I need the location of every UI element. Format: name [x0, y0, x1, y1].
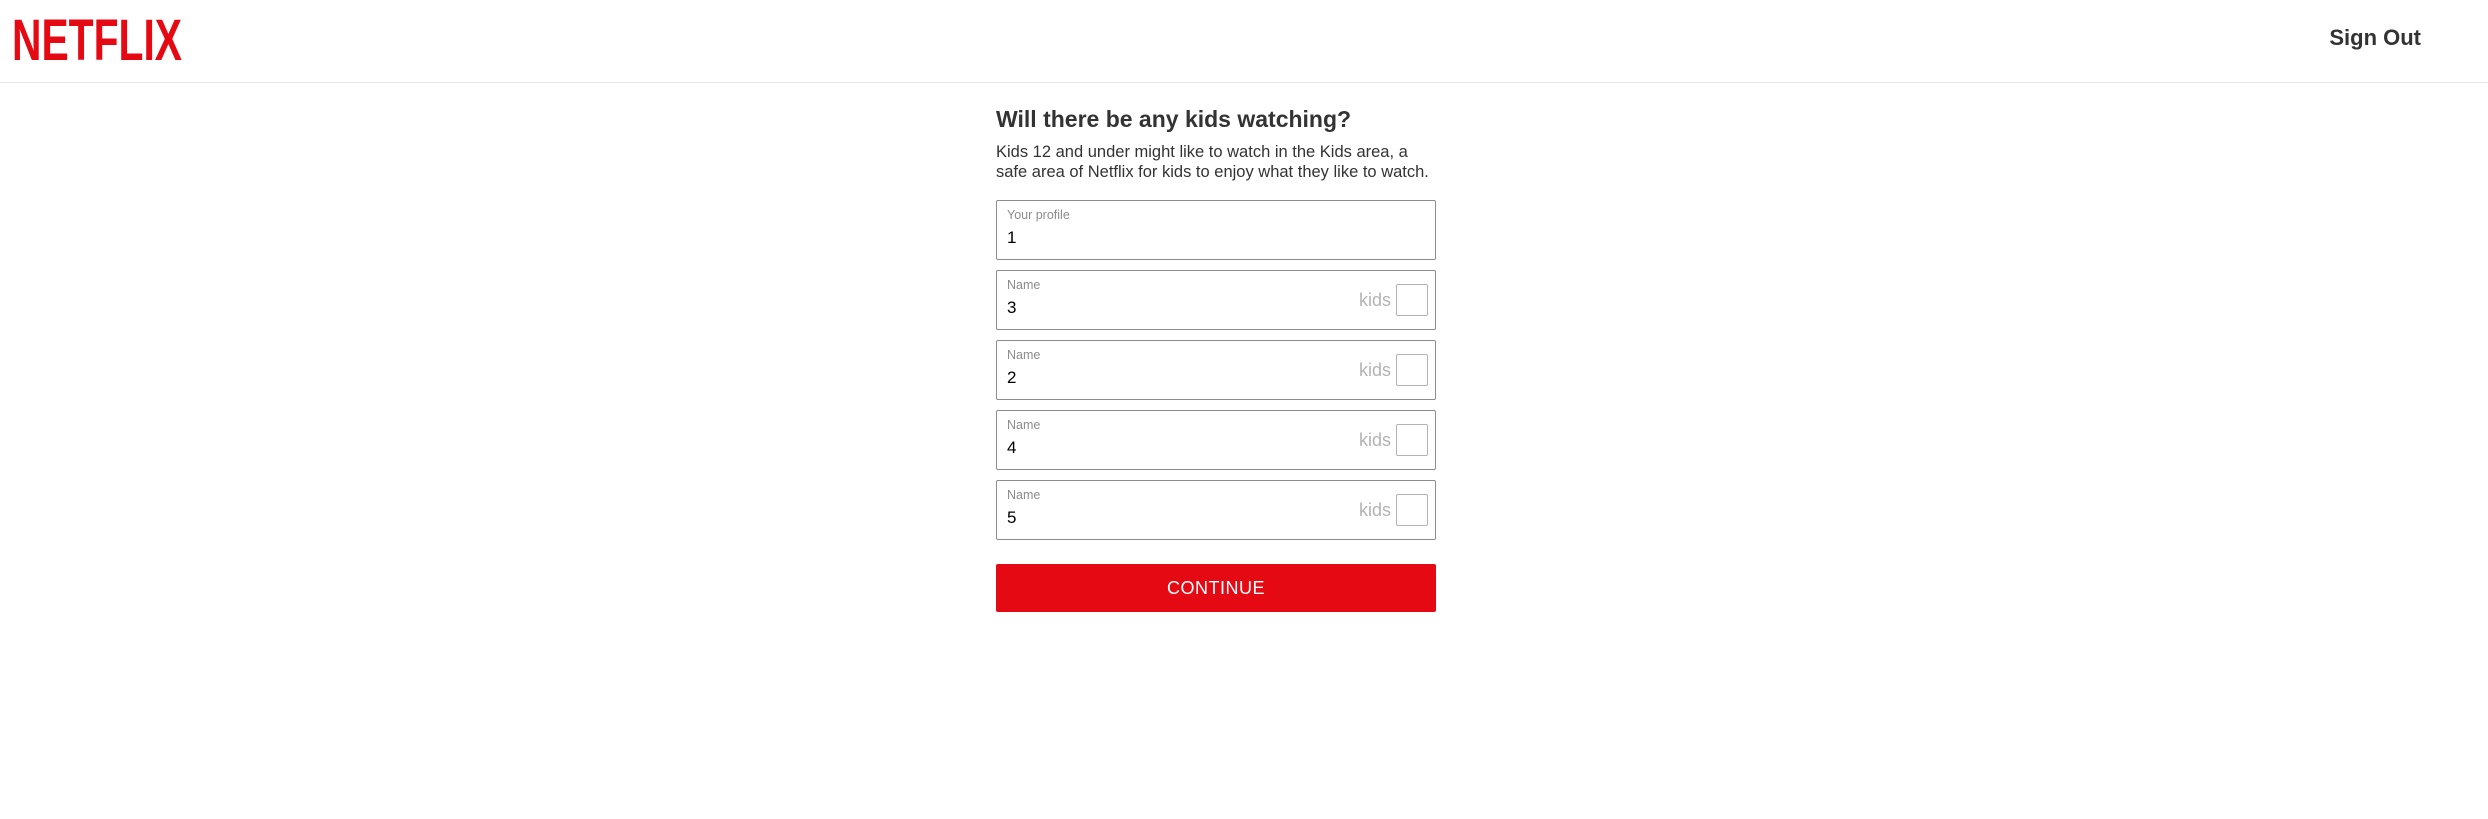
your-profile-label: Your profile [1007, 208, 1070, 222]
profile-name-input[interactable] [1007, 437, 1327, 459]
profile-name-input[interactable] [1007, 367, 1327, 389]
svg-text:NETFLIX: NETFLIX [12, 12, 182, 64]
kids-label: kids [1358, 430, 1391, 450]
netflix-logo[interactable]: NETFLIX [12, 12, 182, 64]
kids-toggle[interactable]: kids [1359, 352, 1428, 388]
profile-name-input[interactable] [1007, 297, 1327, 319]
top-header: NETFLIX Sign Out [0, 0, 2488, 83]
page-title: Will there be any kids watching? [996, 106, 1352, 132]
profile-name-field[interactable]: Name kids [996, 480, 1436, 540]
your-profile-field[interactable]: Your profile [996, 200, 1436, 260]
profile-name-field[interactable]: Name kids [996, 270, 1436, 330]
continue-button[interactable]: CONTINUE [996, 564, 1436, 612]
profile-name-label: Name [1007, 348, 1041, 362]
kids-profile-form: Will there be any kids watching? Kids 12… [996, 104, 1436, 612]
kids-label: kids [1358, 360, 1391, 380]
kids-label: kids [1358, 500, 1391, 520]
profile-fields: Your profile Name kids Name kids Name ki… [996, 200, 1436, 540]
profile-name-field[interactable]: Name kids [996, 410, 1436, 470]
page-description: Kids 12 and under might like to watch in… [996, 143, 1429, 181]
profile-name-label: Name [1007, 488, 1041, 502]
kids-checkbox[interactable] [1396, 354, 1428, 386]
kids-checkbox[interactable] [1396, 424, 1428, 456]
kids-checkbox[interactable] [1396, 494, 1428, 526]
your-profile-input[interactable] [1007, 227, 1327, 249]
kids-checkbox[interactable] [1396, 284, 1428, 316]
profile-name-input[interactable] [1007, 507, 1327, 529]
kids-toggle[interactable]: kids [1359, 422, 1428, 458]
kids-toggle[interactable]: kids [1359, 492, 1428, 528]
profile-name-label: Name [1007, 418, 1041, 432]
profile-name-label: Name [1007, 278, 1041, 292]
kids-toggle[interactable]: kids [1359, 282, 1428, 318]
profile-name-field[interactable]: Name kids [996, 340, 1436, 400]
sign-out-link[interactable]: Sign Out [2329, 24, 2421, 52]
kids-label: kids [1358, 290, 1391, 310]
